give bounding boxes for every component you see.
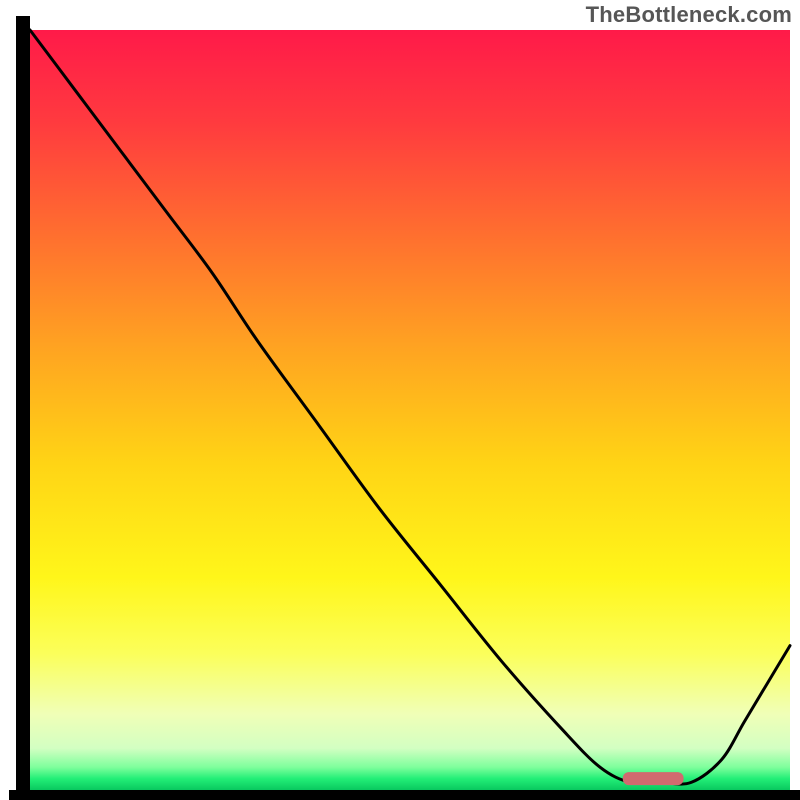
chart-frame: TheBottleneck.com [0, 0, 800, 800]
bottleneck-chart [0, 0, 800, 800]
watermark-label: TheBottleneck.com [586, 2, 792, 28]
optimal-marker [623, 772, 684, 785]
plot-background [30, 30, 790, 790]
